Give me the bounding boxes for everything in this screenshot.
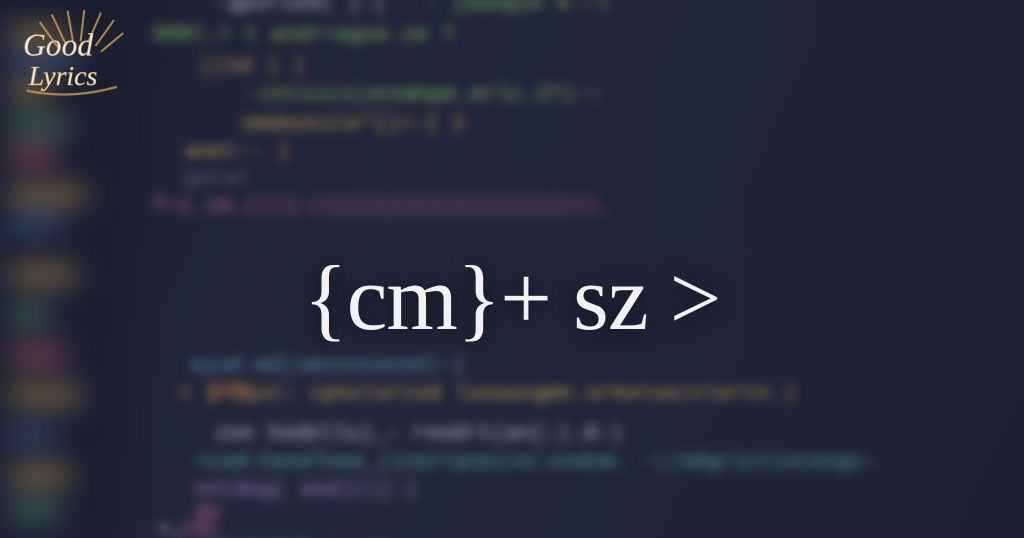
code-line: zon hodellu)_- roodrt(an{:).d:) [216, 422, 623, 447]
code-line: -cntsics(onsmnpe.erlc.2?)-: [247, 83, 601, 108]
center-text: {cm}+ sz > [303, 247, 720, 349]
code-line: < ( )1st: cpnctorcod lunaangmn.orketoe(n… [179, 382, 796, 407]
code-line: f=i.im.((({:({{{{{}}{{{{{{{{{{}})). [153, 194, 612, 219]
code-line: gotar [184, 167, 250, 192]
code-line: zdn [179, 518, 218, 538]
code-line: omdeonite*{)=-{ 2 [242, 113, 465, 138]
code-line: ayud.md(smnnonoond)-{ [190, 354, 466, 379]
logo-bottom-text: Lyrics [28, 61, 98, 92]
image-stage: -gporied( ).( - {adagie e.:l DONl.> t and… [0, 0, 1024, 538]
center-overlay-text: {cm}+ sz > [0, 245, 1024, 351]
code-line: - {adagie e.:l [426, 0, 610, 17]
good-lyrics-logo: Good Lyrics [10, 6, 140, 101]
code-line: ((nd ) ) [200, 55, 305, 80]
code-line: DMN, [211, 381, 264, 406]
code-line: =cod:CeneTone_(inortpoo(nn:ondsm. -||Sdg… [195, 451, 878, 476]
code-line: -gporied( ).( [216, 0, 387, 17]
logo-top-text: Good [23, 27, 93, 62]
code-line: anet:- ) [184, 141, 289, 166]
code-line: DONl.> t andr<agse.ze ? [153, 23, 455, 48]
code-line: nntdog( ond)(({:) [195, 478, 418, 503]
